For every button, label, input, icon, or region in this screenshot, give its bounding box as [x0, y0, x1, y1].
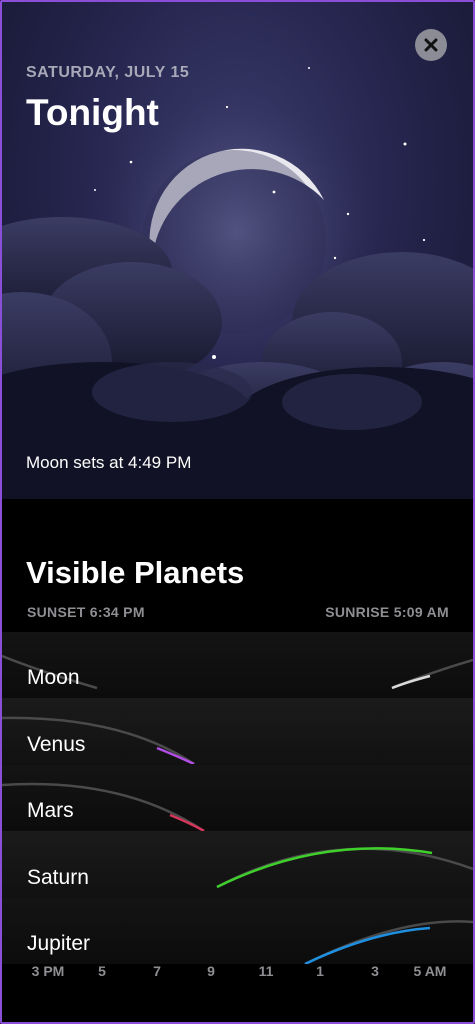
- planet-name: Jupiter: [27, 931, 91, 955]
- time-tick: 3 PM: [31, 963, 65, 979]
- planet-name: Venus: [27, 732, 86, 756]
- time-tick: 11: [258, 963, 274, 979]
- visible-planets-title: Visible Planets: [26, 555, 245, 590]
- time-tick: 9: [207, 963, 215, 979]
- planet-row-venus[interactable]: Venus: [2, 698, 473, 765]
- sunset-time: SUNSET 6:34 PM: [27, 604, 145, 620]
- tonight-hero: SATURDAY, JULY 15 Tonight Moon sets at 4…: [2, 2, 473, 499]
- time-tick: 5 AM: [413, 963, 447, 979]
- planet-name: Moon: [27, 666, 80, 690]
- time-tick: 5: [98, 963, 106, 979]
- date-label: SATURDAY, JULY 15: [26, 64, 190, 81]
- planet-name: Saturn: [27, 865, 89, 889]
- tonight-screen: SATURDAY, JULY 15 Tonight Moon sets at 4…: [0, 0, 475, 1024]
- planet-row-mars[interactable]: Mars: [2, 764, 473, 832]
- planet-row-moon[interactable]: Moon: [2, 632, 473, 699]
- sunrise-time: SUNRISE 5:09 AM: [325, 604, 449, 620]
- planet-row-jupiter[interactable]: Jupiter: [2, 897, 473, 964]
- close-icon: [424, 38, 438, 52]
- time-axis: 3 PM 5 7 9 11 1 3 5 AM: [2, 963, 473, 983]
- time-tick: 7: [153, 963, 161, 979]
- planet-name: Mars: [27, 799, 74, 823]
- moon-set-time: Moon sets at 4:49 PM: [26, 453, 192, 472]
- time-tick: 3: [371, 963, 379, 979]
- time-tick: 1: [316, 963, 324, 979]
- planet-row-saturn[interactable]: Saturn: [2, 831, 473, 898]
- close-button[interactable]: [415, 29, 447, 61]
- planet-timeline: Moon Venus Mars Saturn Jupiter: [2, 632, 473, 964]
- page-title: Tonight: [26, 92, 159, 133]
